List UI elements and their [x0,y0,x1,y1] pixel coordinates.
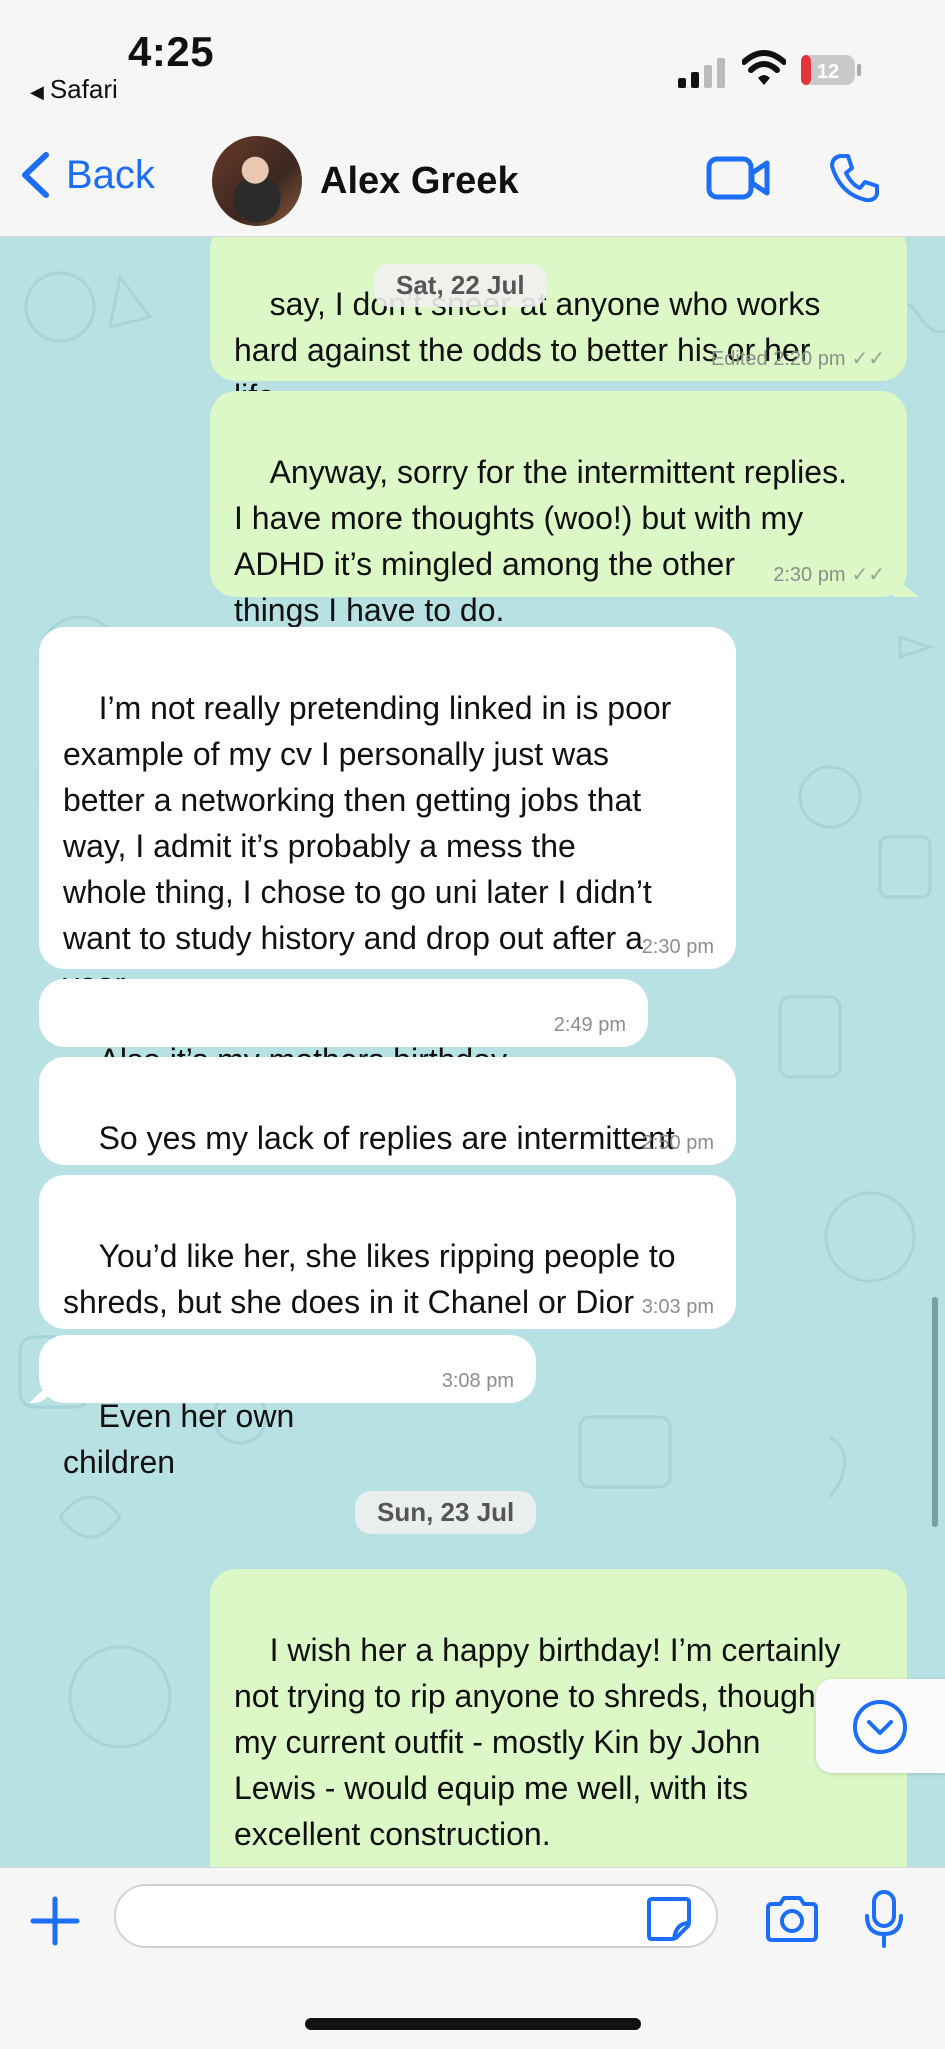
sticker-icon[interactable] [646,1896,692,1942]
message-meta: Edited 2:20 pm ✓✓ [711,347,885,371]
chat-area[interactable]: say, I don’t sneer at anyone who works h… [0,237,945,1867]
double-check-icon: ✓✓ [851,564,885,586]
battery-level: 12 [817,61,839,83]
back-label: Back [66,152,155,197]
double-check-icon: ✓✓ [851,348,885,370]
chevron-down-circle-icon [853,1700,907,1754]
date-separator: Sat, 22 Jul [374,264,547,307]
message-text: I wish her a happy birthday! I’m certain… [234,1632,841,1852]
scroll-to-bottom-button[interactable] [816,1679,945,1773]
back-button[interactable]: Back [20,152,155,198]
message-meta: 3:08 pm [442,1369,514,1393]
message-in-1[interactable]: I’m not really pretending linked in is p… [39,627,736,1002]
message-text: You’d like her, she likes ripping people… [63,1238,676,1320]
date-separator: Sun, 23 Jul [355,1491,537,1534]
message-in-3[interactable]: So yes my lack of replies are intermitte… [39,1057,736,1165]
message-time: 3:08 pm [441,1370,514,1392]
back-to-app-link[interactable]: ◀ Safari [30,74,118,105]
camera-icon[interactable] [764,1894,820,1944]
chat-scrollbar[interactable] [932,1297,938,1527]
message-time: 2:20 pm [773,348,846,370]
home-indicator [305,2018,641,2030]
message-meta: 3:03 pm [642,1295,714,1319]
message-in-4[interactable]: You’d like her, she likes ripping people… [39,1175,736,1329]
message-time: 2:30 pm [641,936,714,958]
message-text: So yes my lack of replies are intermitte… [98,1120,675,1156]
edited-label: Edited [710,348,768,370]
phone-call-icon[interactable] [828,152,880,204]
message-time: 2:30 pm [773,564,846,586]
plus-icon[interactable] [30,1896,80,1946]
back-triangle-icon: ◀ [30,82,44,102]
message-meta: 2:49 pm [554,1013,626,1037]
message-meta: 2:50 pm [642,1131,714,1155]
cellular-signal-icon [678,58,725,88]
message-out-1[interactable]: say, I don’t sneer at anyone who works h… [210,237,907,414]
message-meta: 2:30 pm [642,935,714,959]
video-call-icon[interactable] [706,156,770,200]
message-input[interactable] [114,1884,718,1948]
message-meta: 2:30 pm ✓✓ [773,563,885,587]
message-time: 2:49 pm [553,1014,626,1036]
back-app-label: Safari [49,74,118,104]
message-in-2[interactable]: Also it’s my mothers birthday 2:49 pm [39,979,648,1078]
input-bar [0,1867,945,2049]
status-time: 4:25 [128,28,215,75]
message-out-3[interactable]: I wish her a happy birthday! I’m certain… [210,1569,907,1867]
battery-icon: 12 [801,55,861,85]
contact-avatar[interactable] [212,136,302,226]
message-text: I’m not really pretending linked in is p… [63,690,672,1002]
wifi-icon [742,50,786,85]
message-time: 2:50 pm [641,1132,714,1154]
microphone-icon[interactable] [864,1890,904,1948]
chevron-left-icon [22,152,49,198]
message-in-5[interactable]: Even her own children 3:08 pm [39,1335,536,1480]
message-out-2[interactable]: Anyway, sorry for the intermittent repli… [210,391,907,628]
top-bar: 4:25 ◀ Safari 12 Back Alex Greek [0,0,945,237]
message-time: 3:03 pm [641,1296,714,1318]
contact-name[interactable]: Alex Greek [320,160,519,203]
